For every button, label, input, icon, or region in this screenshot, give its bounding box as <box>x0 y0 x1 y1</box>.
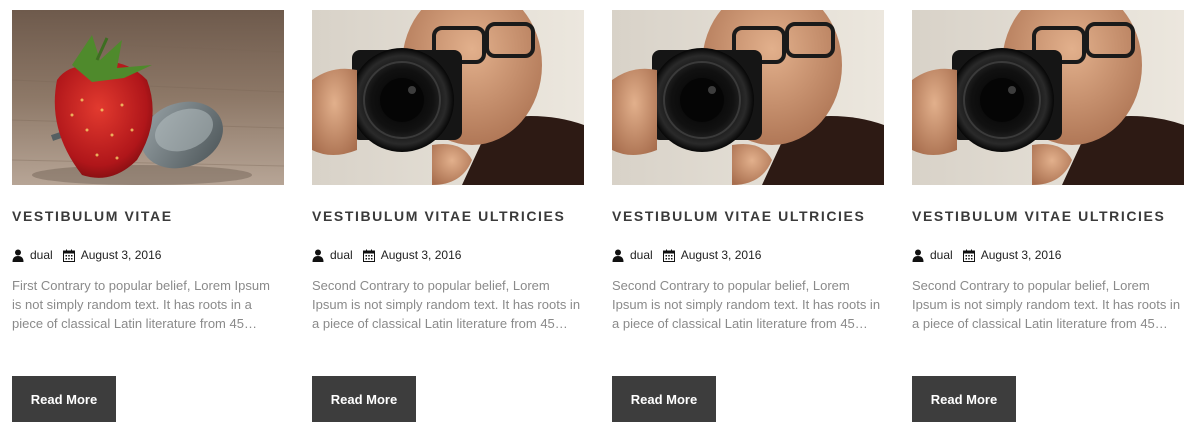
post-meta: dual August 3, 2016 <box>912 248 1061 262</box>
blog-post-grid: VESTIBULUM VITAE dual August 3, 2016 Fir… <box>0 0 1195 431</box>
calendar-icon <box>962 249 975 262</box>
post-thumbnail-photographer[interactable] <box>312 10 584 185</box>
post-author[interactable]: dual <box>930 248 953 262</box>
post-meta: dual August 3, 2016 <box>12 248 161 262</box>
post-date[interactable]: August 3, 2016 <box>681 248 762 262</box>
post-excerpt: Second Contrary to popular belief, Lorem… <box>612 278 881 331</box>
post-excerpt: First Contrary to popular belief, Lorem … <box>12 278 270 331</box>
read-more-button[interactable]: Read More <box>912 376 1016 422</box>
post-author[interactable]: dual <box>630 248 653 262</box>
post-thumbnail-photographer[interactable] <box>912 10 1184 185</box>
post-meta: dual August 3, 2016 <box>312 248 461 262</box>
post-title[interactable]: VESTIBULUM VITAE ULTRICIES <box>612 208 865 224</box>
post-author[interactable]: dual <box>330 248 353 262</box>
post-card: VESTIBULUM VITAE ULTRICIES dual August 3… <box>912 10 1184 422</box>
post-meta: dual August 3, 2016 <box>612 248 761 262</box>
post-excerpt: Second Contrary to popular belief, Lorem… <box>912 278 1181 331</box>
post-thumbnail-strawberry[interactable] <box>12 10 284 185</box>
calendar-icon <box>662 249 675 262</box>
post-card: VESTIBULUM VITAE ULTRICIES dual August 3… <box>312 10 584 422</box>
calendar-icon <box>62 249 75 262</box>
post-date[interactable]: August 3, 2016 <box>981 248 1062 262</box>
user-icon <box>612 249 624 262</box>
post-excerpt: Second Contrary to popular belief, Lorem… <box>312 278 581 331</box>
post-title[interactable]: VESTIBULUM VITAE ULTRICIES <box>312 208 565 224</box>
post-card: VESTIBULUM VITAE ULTRICIES dual August 3… <box>612 10 884 422</box>
read-more-button[interactable]: Read More <box>12 376 116 422</box>
read-more-button[interactable]: Read More <box>612 376 716 422</box>
read-more-button[interactable]: Read More <box>312 376 416 422</box>
user-icon <box>12 249 24 262</box>
calendar-icon <box>362 249 375 262</box>
user-icon <box>912 249 924 262</box>
post-title[interactable]: VESTIBULUM VITAE ULTRICIES <box>912 208 1165 224</box>
post-date[interactable]: August 3, 2016 <box>381 248 462 262</box>
post-author[interactable]: dual <box>30 248 53 262</box>
user-icon <box>312 249 324 262</box>
post-date[interactable]: August 3, 2016 <box>81 248 162 262</box>
post-thumbnail-photographer[interactable] <box>612 10 884 185</box>
post-title[interactable]: VESTIBULUM VITAE <box>12 208 173 224</box>
post-card: VESTIBULUM VITAE dual August 3, 2016 Fir… <box>12 10 284 422</box>
